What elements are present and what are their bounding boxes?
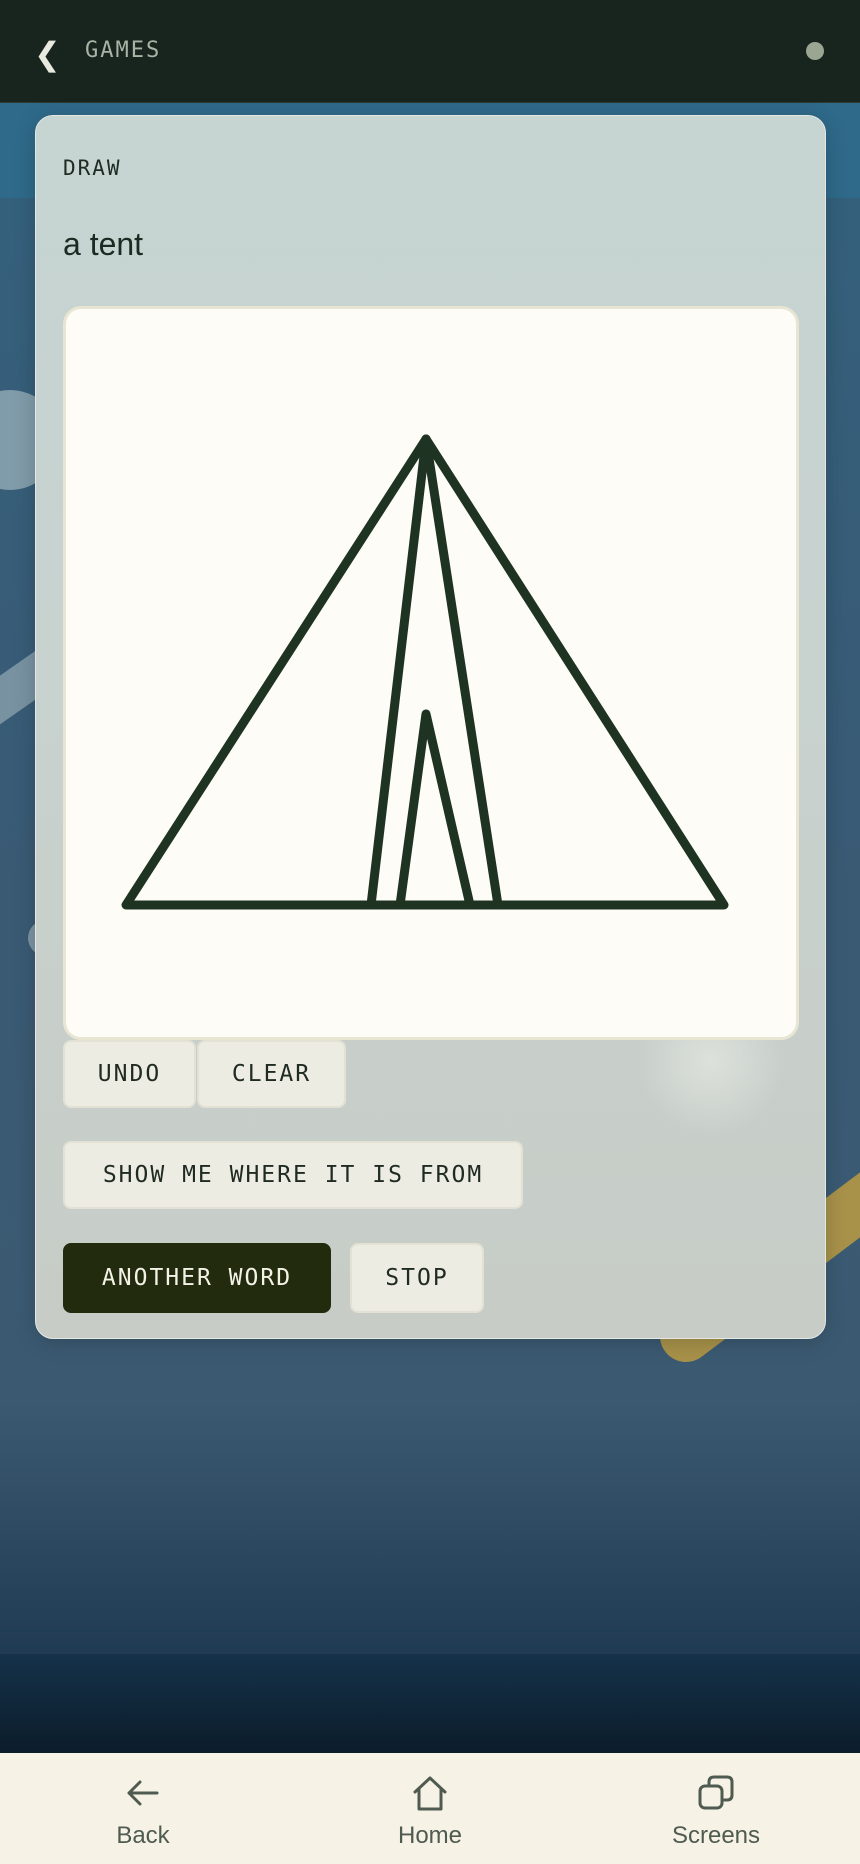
prompt-word: a tent — [63, 226, 144, 262]
tent-door-stroke — [395, 709, 475, 910]
clear-button[interactable]: CLEAR — [197, 1040, 346, 1108]
home-icon — [413, 1776, 447, 1811]
nav-back[interactable]: Back — [63, 1753, 223, 1864]
nav-home-label: Home — [397, 1822, 463, 1849]
draw-game-card: DRAW a tent UNDO CLEAR SHOW ME WHERE IT … — [35, 115, 826, 1339]
app-bar-title: GAMES — [85, 38, 162, 63]
tent-outline-stroke — [121, 434, 729, 910]
undo-button[interactable]: UNDO — [63, 1040, 196, 1108]
nav-home[interactable]: Home — [350, 1753, 510, 1864]
nav-back-label: Back — [116, 1822, 170, 1849]
drawing-canvas[interactable] — [63, 306, 799, 1040]
another-word-button[interactable]: ANOTHER WORD — [63, 1243, 331, 1313]
show-origin-button[interactable]: SHOW ME WHERE IT IS FROM — [63, 1141, 523, 1209]
nav-screens[interactable]: Screens — [636, 1753, 796, 1864]
arrow-left-icon — [127, 1780, 159, 1806]
background-dark-band — [0, 1654, 860, 1754]
tent-drawing — [121, 434, 729, 910]
tent-pole-right-stroke — [421, 434, 503, 910]
game-mode-label: DRAW — [63, 156, 122, 180]
bottom-navigation-bar: Back Home Screens — [0, 1753, 860, 1864]
screens-icon — [698, 1775, 734, 1810]
top-app-bar: ❮ GAMES — [0, 0, 860, 103]
chevron-left-icon[interactable]: ❮ — [34, 36, 61, 72]
nav-screens-label: Screens — [671, 1822, 761, 1849]
status-dot — [806, 42, 824, 60]
stop-button[interactable]: STOP — [350, 1243, 484, 1313]
